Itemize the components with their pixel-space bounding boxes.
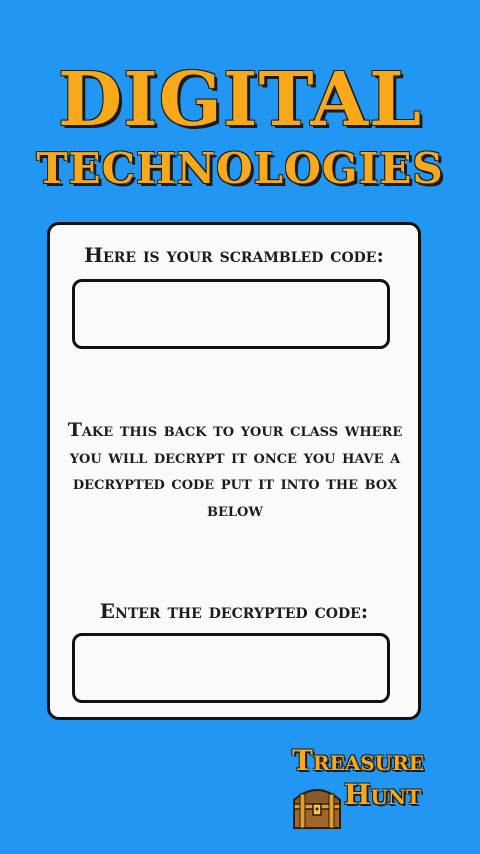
app-subtitle: TECHNOLOGIES <box>36 144 444 193</box>
scrambled-code-field[interactable] <box>72 279 390 349</box>
code-card: Here is your scrambled code: Take this b… <box>47 222 421 720</box>
decrypted-code-label: Enter the decrypted code: <box>99 599 369 623</box>
app-title: DIGITAL <box>57 57 423 143</box>
instructions-text: Take this back to your class where you w… <box>67 419 403 521</box>
logo-text-treasure: Treasure <box>292 744 424 777</box>
decrypted-code-input[interactable] <box>72 633 390 703</box>
scrambled-code-label: Here is your scrambled code: <box>84 243 384 267</box>
treasure-hunt-logo: Treasure Hunt <box>288 744 438 834</box>
logo-text-hunt: Hunt <box>344 778 422 811</box>
treasure-chest-icon <box>293 789 341 829</box>
